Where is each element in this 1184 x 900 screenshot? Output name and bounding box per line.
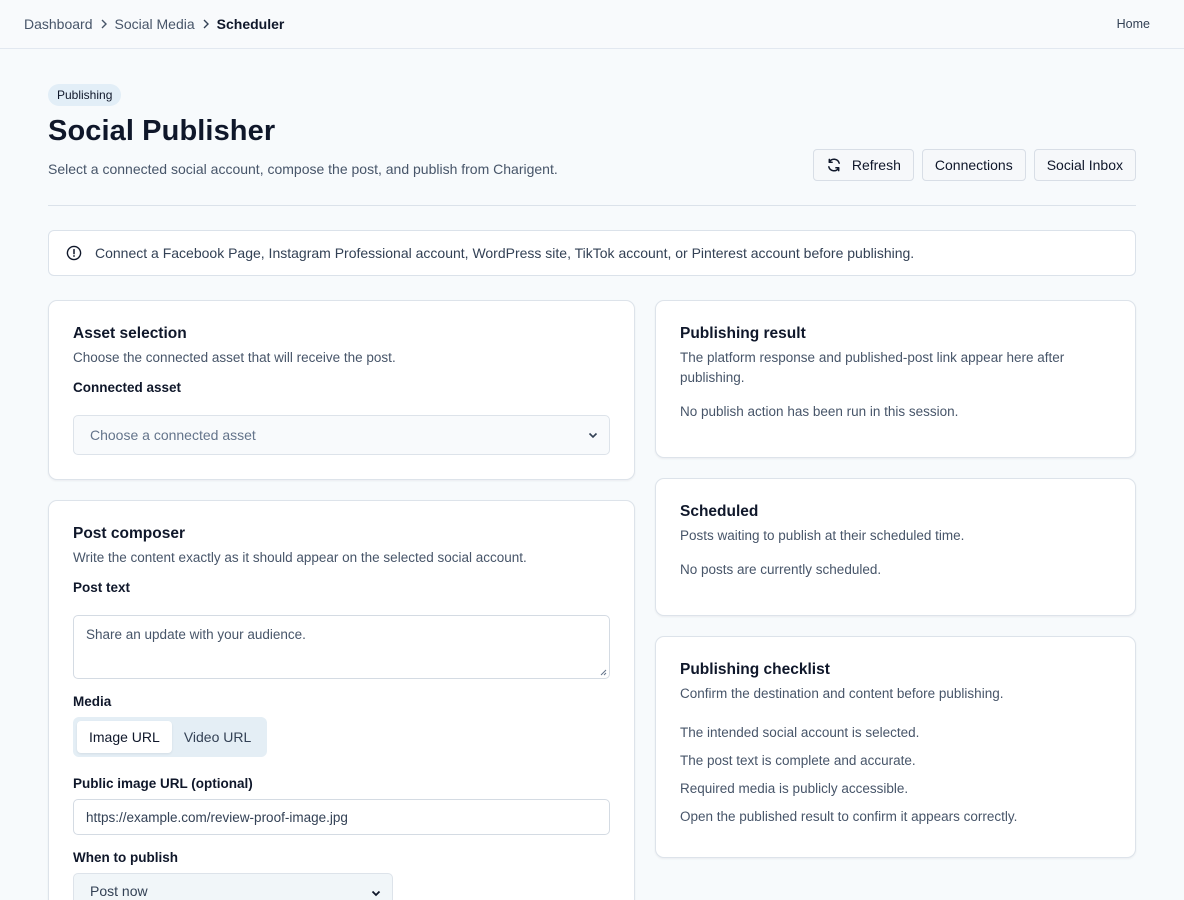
connected-asset-select[interactable]: Choose a connected asset	[73, 415, 610, 455]
when-to-publish-select[interactable]: Post now	[73, 873, 393, 900]
page-subtitle: Select a connected social account, compo…	[48, 161, 558, 177]
post-text-placeholder: Share an update with your audience.	[86, 627, 306, 642]
media-option-image-url[interactable]: Image URL	[77, 721, 172, 753]
refresh-icon	[827, 158, 840, 172]
select-placeholder: Choose a connected asset	[90, 427, 256, 443]
chevron-right-icon	[93, 16, 115, 32]
page-title: Social Publisher	[48, 115, 276, 147]
scheduled-empty-state: No posts are currently scheduled.	[680, 562, 882, 577]
breadcrumb: Dashboard Social Media Scheduler	[24, 16, 284, 32]
media-option-video-url[interactable]: Video URL	[172, 721, 263, 753]
connect-alert: Connect a Facebook Page, Instagram Profe…	[48, 230, 1136, 276]
resize-grip-icon[interactable]	[599, 668, 607, 676]
publishing-result-card: Publishing result The platform response …	[655, 300, 1136, 458]
social-inbox-button[interactable]: Social Inbox	[1033, 149, 1136, 181]
card-description: Choose the connected asset that will rec…	[73, 350, 396, 365]
image-url-input[interactable]: https://example.com/review-proof-image.j…	[73, 799, 610, 835]
post-composer-card: Post composer Write the content exactly …	[48, 500, 635, 900]
post-text-input[interactable]: Share an update with your audience.	[73, 615, 610, 679]
refresh-label: Refresh	[851, 157, 901, 173]
result-empty-state: No publish action has been run in this s…	[680, 404, 959, 419]
when-to-publish-value: Post now	[90, 883, 148, 899]
top-bar: Dashboard Social Media Scheduler Home	[0, 0, 1184, 49]
breadcrumb-item-dashboard[interactable]: Dashboard	[24, 16, 93, 32]
publishing-checklist-card: Publishing checklist Confirm the destina…	[655, 636, 1136, 858]
chevron-down-icon	[588, 432, 598, 439]
media-label: Media	[73, 694, 112, 709]
checklist: The intended social account is selected.…	[680, 719, 1111, 831]
image-url-value: https://example.com/review-proof-image.j…	[86, 809, 348, 825]
breadcrumb-item-social-media[interactable]: Social Media	[115, 16, 195, 32]
connections-button[interactable]: Connections	[921, 149, 1026, 181]
checklist-item: The post text is complete and accurate.	[680, 753, 916, 768]
card-title: Post composer	[73, 525, 185, 542]
card-title: Scheduled	[680, 503, 759, 520]
card-title: Asset selection	[73, 325, 187, 342]
breadcrumb-current: Scheduler	[216, 16, 285, 32]
card-description: Posts waiting to publish at their schedu…	[680, 528, 965, 543]
info-circle-icon	[66, 245, 82, 261]
card-title: Publishing checklist	[680, 661, 830, 678]
media-type-toggle: Image URL Video URL	[73, 717, 268, 757]
card-description: The platform response and published-post…	[680, 350, 1065, 385]
when-to-publish-label: When to publish	[73, 850, 178, 865]
checklist-item: The intended social account is selected.	[680, 725, 920, 740]
header-actions: Refresh Connections Social Inbox	[812, 149, 1136, 181]
header-divider	[48, 205, 1136, 206]
refresh-button[interactable]: Refresh	[812, 149, 914, 181]
home-link[interactable]: Home	[1117, 17, 1150, 31]
card-description: Write the content exactly as it should a…	[73, 550, 527, 565]
alert-text: Connect a Facebook Page, Instagram Profe…	[95, 245, 915, 261]
scheduled-card: Scheduled Posts waiting to publish at th…	[655, 478, 1136, 616]
checklist-item: Required media is publicly accessible.	[680, 781, 909, 796]
chevron-right-icon	[195, 16, 217, 32]
card-title: Publishing result	[680, 325, 806, 342]
card-description: Confirm the destination and content befo…	[680, 686, 1004, 701]
section-badge: Publishing	[48, 84, 122, 106]
post-text-label: Post text	[73, 580, 131, 595]
image-url-label: Public image URL (optional)	[73, 776, 253, 791]
connected-asset-label: Connected asset	[73, 380, 182, 395]
checklist-item: Open the published result to confirm it …	[680, 809, 1018, 824]
chevron-down-icon	[371, 890, 381, 897]
